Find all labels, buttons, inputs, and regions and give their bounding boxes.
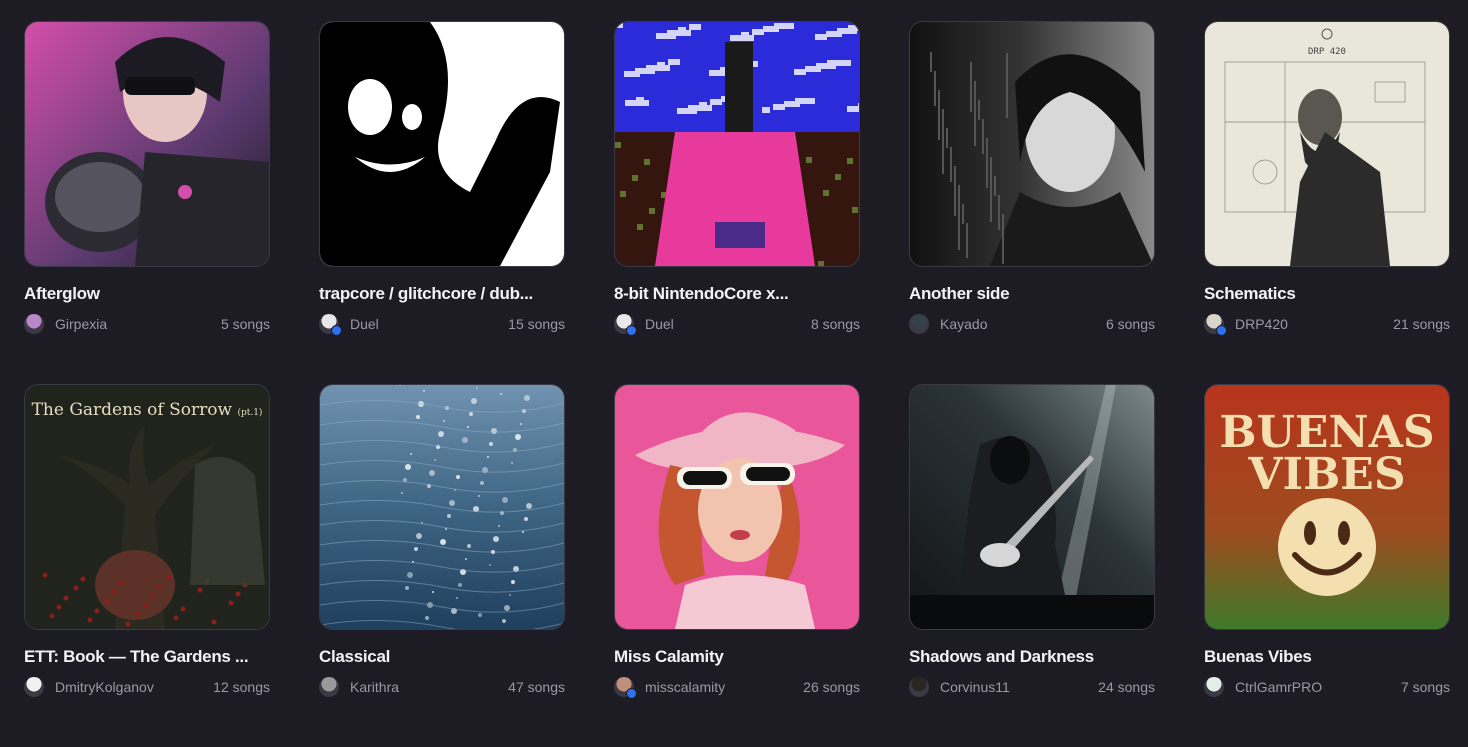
- playlist-meta: Girpexia 5 songs: [24, 313, 270, 335]
- playlist-cover[interactable]: [614, 21, 860, 267]
- playlist-title[interactable]: 8-bit NintendoCore x...: [614, 283, 854, 305]
- song-count: 15 songs: [508, 316, 565, 332]
- playlist-card[interactable]: The Gardens of Sorrow (pt.1) ETT: Book —…: [24, 384, 270, 747]
- playlist-meta: Kayado 6 songs: [909, 313, 1155, 335]
- playlist-title[interactable]: trapcore / glitchcore / dub...: [319, 283, 559, 305]
- svg-text:DRP 420: DRP 420: [1308, 47, 1346, 57]
- svg-text:VIBES: VIBES: [1247, 449, 1405, 500]
- playlist-cover[interactable]: DRP 420: [1204, 21, 1450, 267]
- playlist-title[interactable]: Miss Calamity: [614, 646, 854, 668]
- cover-art-image: [615, 22, 859, 266]
- playlist-title[interactable]: Buenas Vibes: [1204, 646, 1444, 668]
- creator-name[interactable]: DRP420: [1235, 316, 1393, 332]
- song-count: 24 songs: [1098, 679, 1155, 695]
- creator-avatar[interactable]: [614, 677, 637, 699]
- playlist-card[interactable]: trapcore / glitchcore / dub... Duel 15 son…: [319, 21, 565, 384]
- creator-name[interactable]: CtrlGamrPRO: [1235, 679, 1401, 695]
- creator-name[interactable]: Karithra: [350, 679, 508, 695]
- playlist-meta: Duel 15 songs: [319, 313, 565, 336]
- playlist-card[interactable]: Shadows and Darkness Corvinus11 24 songs: [909, 384, 1155, 747]
- creator-avatar[interactable]: [909, 677, 929, 697]
- svg-text:The Gardens of Sorrow (pt.1): The Gardens of Sorrow (pt.1): [32, 400, 263, 420]
- creator-avatar[interactable]: [319, 677, 339, 697]
- cover-art-image: [320, 22, 564, 266]
- creator-name[interactable]: Kayado: [940, 316, 1106, 332]
- creator-avatar[interactable]: [1204, 314, 1227, 336]
- playlist-cover[interactable]: [909, 384, 1155, 630]
- creator-name[interactable]: Corvinus11: [940, 679, 1098, 695]
- creator-avatar[interactable]: [24, 677, 44, 697]
- playlist-cover[interactable]: [909, 21, 1155, 267]
- song-count: 7 songs: [1400, 679, 1450, 695]
- cover-art-image: [910, 22, 1154, 266]
- playlist-cover[interactable]: [319, 21, 565, 267]
- cover-art-image: [320, 385, 564, 629]
- playlist-title[interactable]: Shadows and Darkness: [909, 646, 1149, 668]
- creator-avatar[interactable]: [909, 314, 929, 334]
- playlist-card[interactable]: Afterglow Girpexia 5 songs: [24, 21, 270, 384]
- playlist-meta: CtrlGamrPRO 7 songs: [1204, 676, 1450, 698]
- cover-art-image: DRP 420: [1205, 22, 1449, 266]
- playlist-cover[interactable]: BUENAS VIBES: [1204, 384, 1450, 630]
- song-count: 21 songs: [1393, 316, 1450, 332]
- cover-art-image: BUENAS VIBES: [1205, 385, 1449, 629]
- playlist-cover[interactable]: [24, 21, 270, 267]
- creator-name[interactable]: DmitryKolganov: [55, 679, 213, 695]
- verified-badge-icon: [626, 325, 637, 336]
- creator-avatar[interactable]: [24, 314, 44, 334]
- creator-avatar[interactable]: [614, 314, 637, 336]
- playlist-card[interactable]: 8-bit NintendoCore x... Duel 8 songs: [614, 21, 860, 384]
- playlist-meta: DRP420 21 songs: [1204, 313, 1450, 336]
- verified-badge-icon: [1216, 325, 1227, 336]
- playlist-card[interactable]: Classical Karithra 47 songs: [319, 384, 565, 747]
- playlist-title[interactable]: Schematics: [1204, 283, 1444, 305]
- cover-art-image: The Gardens of Sorrow (pt.1): [25, 385, 269, 629]
- playlist-meta: DmitryKolganov 12 songs: [24, 676, 270, 698]
- creator-name[interactable]: Duel: [645, 316, 811, 332]
- playlist-meta: Karithra 47 songs: [319, 676, 565, 698]
- creator-avatar[interactable]: [319, 314, 342, 336]
- song-count: 26 songs: [803, 679, 860, 695]
- verified-badge-icon: [331, 325, 342, 336]
- playlist-meta: misscalamity 26 songs: [614, 676, 860, 699]
- creator-name[interactable]: misscalamity: [645, 679, 803, 695]
- playlist-meta: Duel 8 songs: [614, 313, 860, 336]
- creator-avatar[interactable]: [1204, 677, 1224, 697]
- playlist-meta: Corvinus11 24 songs: [909, 676, 1155, 698]
- song-count: 47 songs: [508, 679, 565, 695]
- creator-name[interactable]: Girpexia: [55, 316, 221, 332]
- playlist-card[interactable]: Another side Kayado 6 songs: [909, 21, 1155, 384]
- song-count: 12 songs: [213, 679, 270, 695]
- playlist-card[interactable]: BUENAS VIBES Buenas Vibes CtrlGamrPRO 7 so…: [1204, 384, 1450, 747]
- song-count: 8 songs: [810, 316, 860, 332]
- playlist-title[interactable]: Afterglow: [24, 283, 264, 305]
- cover-art-image: [910, 385, 1154, 629]
- playlist-cover[interactable]: [614, 384, 860, 630]
- playlist-card[interactable]: DRP 420 Schematics DRP420 21 songs: [1204, 21, 1450, 384]
- playlist-cover[interactable]: The Gardens of Sorrow (pt.1): [24, 384, 270, 630]
- playlist-grid: Afterglow Girpexia 5 songs trapcore / glit…: [24, 21, 1450, 747]
- playlist-title[interactable]: ETT: Book — The Gardens ...: [24, 646, 264, 668]
- cover-art-image: [615, 385, 859, 629]
- song-count: 5 songs: [220, 316, 270, 332]
- playlist-card[interactable]: Miss Calamity misscalamity 26 songs: [614, 384, 860, 747]
- creator-name[interactable]: Duel: [350, 316, 508, 332]
- playlist-title[interactable]: Classical: [319, 646, 559, 668]
- song-count: 6 songs: [1105, 316, 1155, 332]
- cover-art-image: [25, 22, 269, 266]
- verified-badge-icon: [626, 688, 637, 699]
- playlist-cover[interactable]: [319, 384, 565, 630]
- playlist-title[interactable]: Another side: [909, 283, 1149, 305]
